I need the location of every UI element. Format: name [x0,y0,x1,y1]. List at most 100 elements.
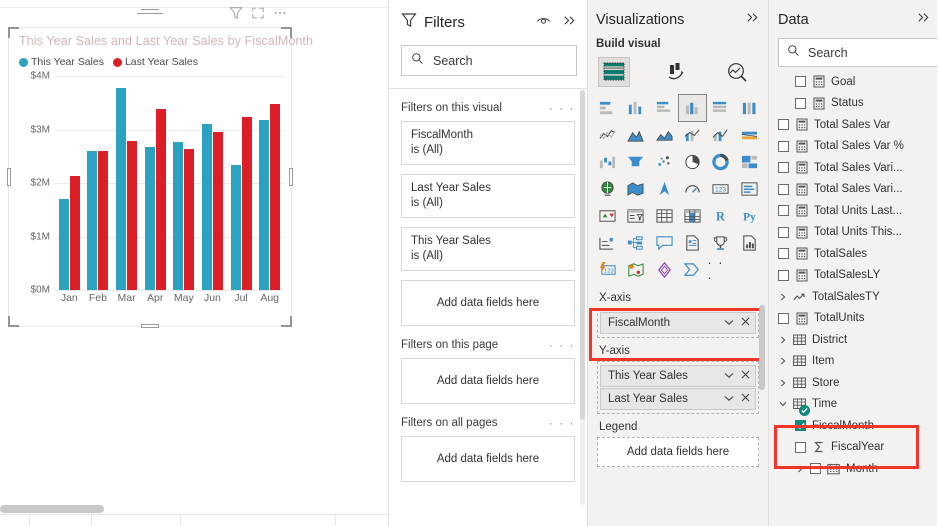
field-checkbox[interactable] [810,463,821,475]
bar[interactable] [69,175,80,290]
resize-handle-right[interactable] [289,168,293,186]
bar-group[interactable] [58,175,81,290]
metrics-icon[interactable] [707,230,734,256]
field-checkbox[interactable] [795,76,806,88]
donut-chart-icon[interactable] [707,149,734,175]
data-field-list[interactable]: Goal Status Total Sales Var Total Sales Var… [769,67,937,480]
field-checkbox[interactable] [795,97,806,109]
well-drop-zone[interactable]: Add data fields here [597,437,759,467]
data-field-row[interactable]: Store [769,372,937,394]
filter-card[interactable]: This Year Sales is (All) [401,227,575,271]
bar[interactable] [144,146,155,290]
field-pill[interactable]: Last Year Sales [600,388,756,410]
scatter-chart-icon[interactable] [651,149,678,175]
line-clustered-column-chart-icon[interactable] [707,122,734,148]
legend-item-0[interactable]: This Year Sales [19,56,104,68]
chevron-down-icon[interactable] [778,400,787,408]
data-field-row[interactable]: FiscalMonth [769,415,937,437]
multi-row-card-icon[interactable] [736,176,763,202]
power-automate-icon[interactable] [651,257,678,283]
qna-icon[interactable] [651,230,678,256]
data-field-row[interactable]: TotalSalesLY [769,265,937,287]
more-options-icon[interactable]: · · · [549,102,575,114]
kpi-icon[interactable] [594,203,621,229]
data-field-row[interactable]: Month [769,458,937,480]
data-field-row[interactable]: Total Units This... [769,222,937,244]
chevron-down-icon[interactable] [724,317,734,329]
filter-card[interactable]: Last Year Sales is (All) [401,174,575,218]
more-visuals-icon[interactable]: · · · [707,255,734,285]
field-checkbox[interactable] [778,269,789,281]
double-chevron-right-icon[interactable] [745,11,760,29]
waterfall-chart-icon[interactable] [594,149,621,175]
report-canvas[interactable]: This Year Sales and Last Year Sales by F… [0,0,389,526]
bar-group[interactable] [86,150,109,290]
chevron-right-icon[interactable] [795,465,804,473]
synapse-icon[interactable] [679,257,706,283]
data-field-row[interactable]: TotalSalesTY [769,286,937,308]
bar-group[interactable] [258,104,281,290]
card-icon[interactable]: 123 [707,176,734,202]
funnel-chart-icon[interactable] [622,149,649,175]
100-stacked-bar-chart-icon[interactable] [707,95,734,121]
filled-map-icon[interactable] [622,176,649,202]
chart-legend[interactable]: This Year Sales Last Year Sales [19,56,198,68]
chevron-right-icon[interactable] [778,336,787,344]
resize-handle-bottom-left[interactable] [8,316,19,327]
double-chevron-right-icon[interactable] [916,11,931,29]
filter-drop-zone[interactable]: Add data fields here [401,358,575,404]
eye-icon[interactable] [536,14,551,32]
remove-field-icon[interactable] [741,393,750,405]
scrollbar-thumb[interactable] [0,505,104,513]
filter-drop-zone[interactable]: Add data fields here [401,280,575,326]
power-apps-icon[interactable]: 123 [594,257,621,283]
data-field-row[interactable]: TotalSales [769,243,937,265]
build-visual-icon[interactable] [598,57,630,87]
slicer-icon[interactable] [622,203,649,229]
more-options-icon[interactable]: · · · [549,417,575,429]
well-drop-zone[interactable]: FiscalMonth [597,308,759,338]
data-field-row[interactable]: Goal [769,71,937,93]
chevron-down-icon[interactable] [724,393,734,405]
filter-icon[interactable] [228,5,243,20]
field-checkbox[interactable] [795,441,806,453]
field-checkbox[interactable] [778,226,789,238]
chevron-right-icon[interactable] [778,379,787,387]
bar-group[interactable] [230,117,253,290]
chart-visual-container[interactable]: This Year Sales and Last Year Sales by F… [7,6,313,328]
field-checkbox[interactable] [778,119,789,131]
canvas-horizontal-scrollbar[interactable] [0,504,388,514]
bar[interactable] [230,165,241,290]
stacked-area-chart-icon[interactable] [651,122,678,148]
format-visual-icon[interactable] [660,57,692,87]
data-field-row[interactable]: District [769,329,937,351]
bar[interactable] [155,108,166,290]
field-checkbox[interactable] [778,140,789,152]
treemap-icon[interactable] [736,149,763,175]
scrollbar-thumb[interactable] [580,90,585,420]
bar[interactable] [241,117,252,290]
more-options-icon[interactable] [272,5,287,20]
area-chart-icon[interactable] [622,122,649,148]
paginated-report-icon[interactable] [736,230,763,256]
remove-field-icon[interactable] [741,317,750,329]
stacked-column-chart-icon[interactable] [622,95,649,121]
bar[interactable] [212,132,223,290]
data-field-row[interactable]: TotalUnits [769,308,937,330]
data-field-row[interactable]: FiscalYear [769,437,937,459]
stacked-bar-chart-icon[interactable] [594,95,621,121]
data-search-input[interactable]: Search [778,38,937,67]
map-icon[interactable] [594,176,621,202]
azure-map-icon[interactable] [651,176,678,202]
focus-mode-icon[interactable] [250,5,265,20]
bar-group[interactable] [115,88,138,290]
visual-type-gallery[interactable]: 123 R Py 123 · · · [588,91,768,285]
data-field-row[interactable]: Time [769,394,937,416]
line-chart-icon[interactable] [594,122,621,148]
bar-group[interactable] [201,124,224,290]
field-checkbox[interactable] [778,312,789,324]
build-mode-tabs[interactable] [588,55,768,91]
field-pill[interactable]: This Year Sales [600,365,756,387]
line-stacked-column-chart-icon[interactable] [679,122,706,148]
resize-handle-bottom[interactable] [141,324,159,328]
